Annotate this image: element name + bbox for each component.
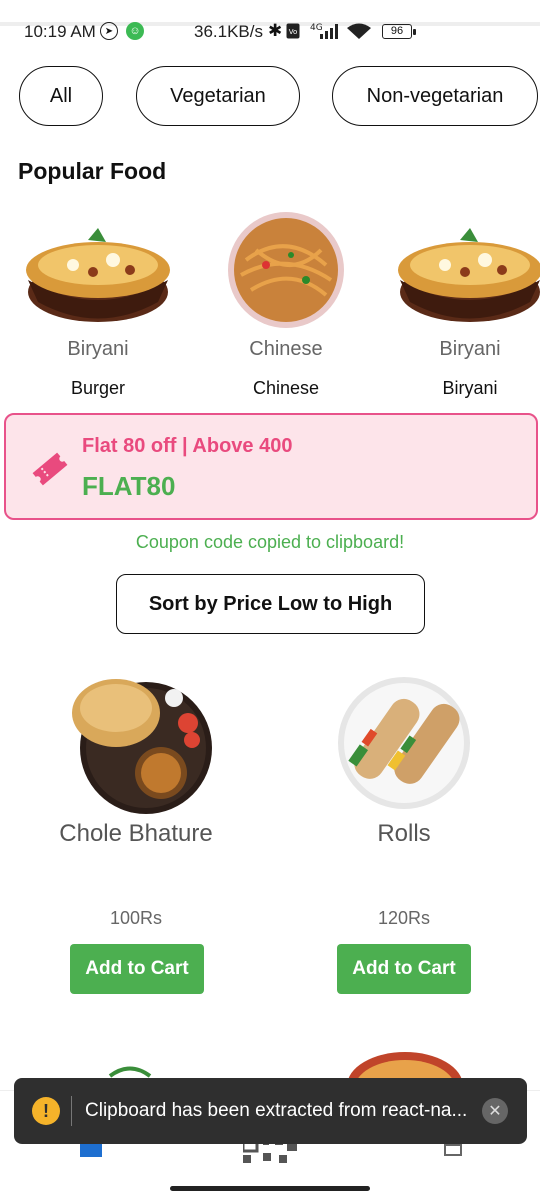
popular-item-name: Biryani [439, 338, 501, 360]
add-to-cart-button[interactable]: Add to Cart [70, 944, 204, 994]
ticket-icon [32, 452, 68, 486]
biryani-image [26, 228, 170, 322]
status-time: 10:19 AM [24, 22, 96, 41]
filter-non-vegetarian-chip[interactable]: Non-vegetarian [332, 66, 538, 126]
product-price: 120Rs [377, 908, 431, 928]
popular-item-name: Chinese [249, 338, 323, 360]
product-price: 100Rs [109, 908, 163, 928]
popular-item-biryani-2[interactable]: Biryani Biryani [390, 200, 540, 410]
svg-text:Vo: Vo [289, 28, 298, 36]
popular-food-title: Popular Food [18, 158, 167, 184]
product-card-chole-bhature[interactable]: Chole Bhature 100Rs Add to Cart [6, 660, 266, 1000]
popular-item-chinese[interactable]: Chinese Chinese [206, 200, 366, 410]
noodles-image [228, 212, 344, 328]
app-notification-icon: ☺ [126, 22, 144, 40]
gesture-home-bar[interactable] [170, 1186, 370, 1191]
chole-bhature-image [72, 679, 212, 814]
add-to-cart-button[interactable]: Add to Cart [337, 944, 471, 994]
coupon-title: Flat 80 off | Above 400 [82, 435, 293, 457]
popular-item-category: Chinese [252, 378, 320, 398]
product-name: Rolls [377, 820, 431, 847]
filter-vegetarian-chip[interactable]: Vegetarian [136, 66, 300, 126]
wifi-icon [346, 22, 372, 40]
volte-icon: Vo [286, 22, 300, 40]
popular-food-carousel[interactable]: Biryani Burger Chinese Chinese Biryani B… [0, 200, 540, 410]
product-card-rolls[interactable]: Rolls 120Rs Add to Cart [274, 660, 534, 1000]
filter-all-chip[interactable]: All [19, 66, 103, 126]
navigation-status-icon: ➤ [100, 22, 118, 40]
status-bar: 10:19 AM ➤ ☺ 36.1KB/s ✱ Vo 4G 96 [0, 0, 540, 64]
close-icon[interactable]: ✕ [482, 1098, 508, 1124]
popular-item-biryani[interactable]: Biryani Burger [18, 200, 178, 410]
clipboard-toast[interactable]: ! Clipboard has been extracted from reac… [14, 1078, 527, 1144]
coupon-code: FLAT80 [82, 471, 176, 501]
warning-icon: ! [32, 1097, 60, 1125]
svg-text:4G: 4G [310, 23, 323, 33]
popular-item-name: Biryani [67, 338, 129, 360]
toast-divider [71, 1096, 72, 1126]
popular-item-category: Burger [70, 378, 126, 398]
bluetooth-icon: ✱ [268, 21, 283, 40]
network-speed: 36.1KB/s [194, 22, 263, 41]
popular-item-category: Biryani [442, 378, 498, 398]
toast-message: Clipboard has been extracted from react-… [85, 1100, 468, 1121]
sort-price-button[interactable]: Sort by Price Low to High [116, 574, 425, 634]
signal-icon: 4G [306, 22, 342, 40]
rolls-image [338, 677, 470, 809]
battery-indicator: 96 [382, 24, 416, 39]
product-name: Chole Bhature [59, 820, 213, 847]
coupon-card[interactable]: Flat 80 off | Above 400 FLAT80 [4, 413, 538, 520]
biryani-image [398, 228, 540, 322]
coupon-copied-message: Coupon code copied to clipboard! [135, 532, 405, 552]
